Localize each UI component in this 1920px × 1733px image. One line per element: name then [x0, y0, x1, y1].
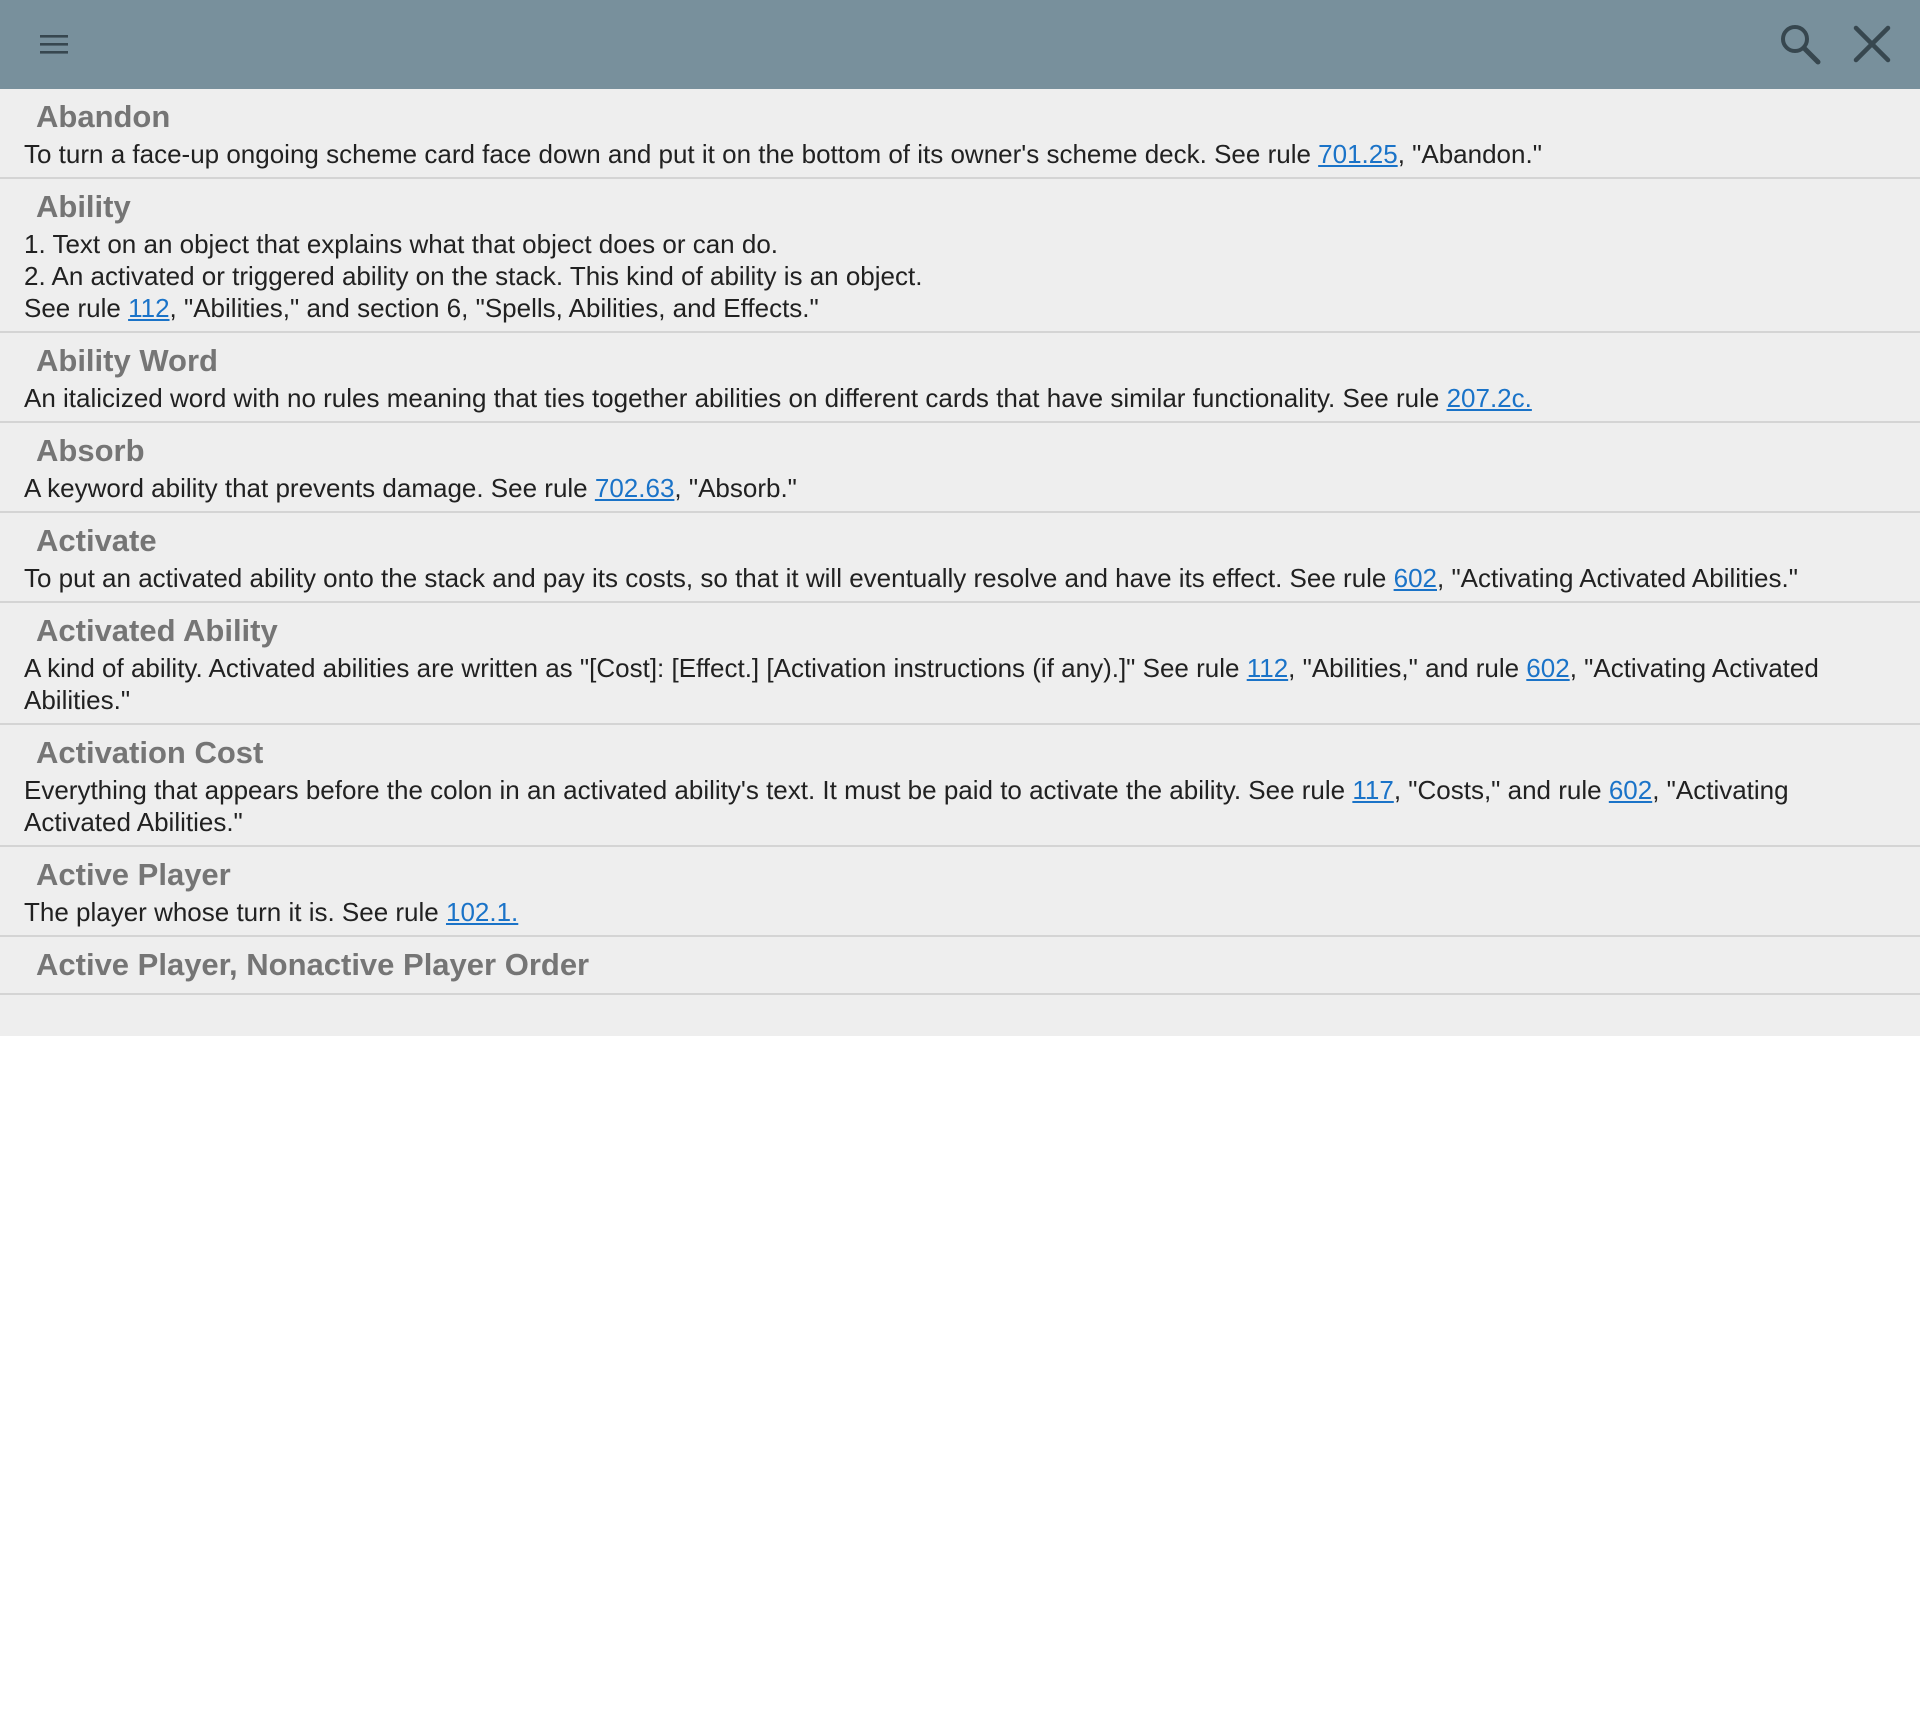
search-icon	[1781, 25, 1821, 65]
glossary-definition: Everything that appears before the colon…	[24, 774, 1896, 838]
glossary-definition: A kind of ability. Activated abilities a…	[24, 652, 1896, 716]
definition-text: , "Abilities," and rule	[1288, 653, 1527, 683]
glossary-term: Abandon	[36, 99, 171, 134]
definition-line: A keyword ability that prevents damage. …	[24, 472, 1896, 504]
glossary-entry[interactable]: Activated Ability A kind of ability. Acti…	[0, 603, 1920, 725]
glossary-entry[interactable]: Active Player, Nonactive Player Order	[0, 937, 1920, 995]
definition-text: See rule	[24, 293, 129, 323]
definition-text: , "Costs," and rule	[1393, 775, 1609, 805]
definition-line: 1. Text on an object that explains what …	[24, 228, 1896, 260]
rule-link[interactable]: 602	[1526, 653, 1569, 683]
definition-line: To put an activated ability onto the sta…	[24, 562, 1896, 594]
definition-line: See rule 112, "Abilities," and section 6…	[24, 292, 1896, 324]
definition-text: , "Abilities," and section 6, "Spells, A…	[169, 293, 819, 323]
glossary-term: Ability Word	[36, 343, 218, 378]
definition-text: , "Abandon."	[1397, 139, 1542, 169]
rule-link[interactable]: 602	[1609, 775, 1652, 805]
glossary-entry[interactable]: Active Player The player whose turn it is…	[0, 847, 1920, 937]
definition-text: To turn a face-up ongoing scheme card fa…	[24, 139, 1319, 169]
close-icon	[1853, 25, 1891, 63]
glossary-term: Absorb	[36, 433, 145, 468]
definition-line: A kind of ability. Activated abilities a…	[24, 652, 1896, 716]
definition-text: 1. Text on an object that explains what …	[24, 229, 779, 259]
menu-button[interactable]	[24, 14, 84, 74]
definition-text: A kind of ability. Activated abilities a…	[24, 653, 1247, 683]
definition-text: 2. An activated or triggered ability on …	[24, 261, 923, 291]
glossary-entry[interactable]: Absorb A keyword ability that prevents da…	[0, 423, 1920, 513]
rule-link[interactable]: 207.2c.	[1447, 383, 1532, 413]
rule-link[interactable]: 117	[1352, 775, 1393, 805]
definition-line: An italicized word with no rules meaning…	[24, 382, 1896, 414]
glossary-entry[interactable]: Activate To put an activated ability onto…	[0, 513, 1920, 603]
glossary-term: Activate	[36, 523, 157, 558]
definition-text: To put an activated ability onto the sta…	[24, 563, 1394, 593]
rule-link[interactable]: 102.1.	[446, 897, 518, 927]
glossary-entry[interactable]: Abandon To turn a face-up ongoing scheme …	[0, 89, 1920, 179]
rule-link[interactable]: 602	[1394, 563, 1437, 593]
search-button[interactable]	[1770, 14, 1830, 74]
definition-line: Everything that appears before the colon…	[24, 774, 1896, 838]
glossary-definition: To turn a face-up ongoing scheme card fa…	[24, 138, 1896, 170]
rule-link[interactable]: 702.63	[595, 473, 675, 503]
glossary-term: Activation Cost	[36, 735, 264, 770]
definition-text: A keyword ability that prevents damage. …	[24, 473, 595, 503]
definition-text: The player whose turn it is. See rule	[24, 897, 446, 927]
glossary-definition: 1. Text on an object that explains what …	[24, 228, 1896, 324]
rule-link[interactable]: 112	[1247, 653, 1288, 683]
definition-text: , "Absorb."	[674, 473, 797, 503]
definition-line: 2. An activated or triggered ability on …	[24, 260, 1896, 292]
definition-line: The player whose turn it is. See rule 10…	[24, 896, 1896, 928]
glossary-list[interactable]: Abandon To turn a face-up ongoing scheme …	[0, 89, 1920, 1036]
glossary-definition: A keyword ability that prevents damage. …	[24, 472, 1896, 504]
definition-line: To turn a face-up ongoing scheme card fa…	[24, 138, 1896, 170]
glossary-entry[interactable]: Activation Cost Everything that appears b…	[0, 725, 1920, 847]
rule-link[interactable]: 701.25	[1318, 139, 1398, 169]
rule-link[interactable]: 112	[128, 293, 169, 323]
glossary-term: Ability	[36, 189, 131, 224]
definition-text: An italicized word with no rules meaning…	[24, 383, 1447, 413]
glossary-term: Activated Ability	[36, 613, 278, 648]
glossary-definition: To put an activated ability onto the sta…	[24, 562, 1896, 594]
glossary-definition: An italicized word with no rules meaning…	[24, 382, 1896, 414]
close-button[interactable]	[1842, 14, 1902, 74]
glossary-entry[interactable]: Ability Word An italicized word with no r…	[0, 333, 1920, 423]
glossary-definition: The player whose turn it is. See rule 10…	[24, 896, 1896, 928]
glossary-term: Active Player, Nonactive Player Order	[36, 947, 590, 982]
app-toolbar	[0, 0, 1920, 89]
menu-icon	[40, 35, 68, 54]
glossary-entry[interactable]: Ability 1. Text on an object that explain…	[0, 179, 1920, 333]
definition-text: , "Activating Activated Abilities."	[1437, 563, 1798, 593]
glossary-term: Active Player	[36, 857, 231, 892]
definition-text: Everything that appears before the colon…	[24, 775, 1353, 805]
